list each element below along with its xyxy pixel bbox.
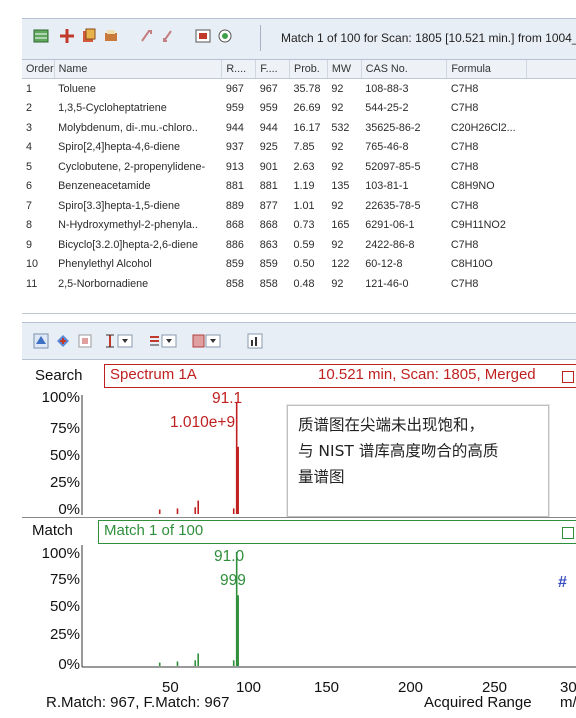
search-peak-mz: 91.1	[212, 390, 243, 407]
search-peak-abundance: 1.010e+9	[170, 414, 236, 431]
app-window: Match 1 of 100 for Scan: 1805 [10.521 mi…	[0, 0, 576, 718]
pane-divider	[22, 517, 576, 518]
match-peak-score: 999	[220, 572, 246, 589]
spectrum-plot-svg	[81, 395, 576, 668]
unit-text: m/	[560, 694, 576, 711]
match-peak-mz: 91.0	[214, 548, 245, 565]
acquired-range-text: Acquired Range	[424, 694, 532, 711]
hash-marker: #	[558, 574, 567, 591]
annotation-line-3: 量谱图	[298, 468, 345, 486]
match-pane-title: Match 1 of 100	[104, 522, 204, 539]
match-y-tick: 0%	[58, 656, 80, 673]
x-tick-label: 200	[398, 679, 424, 696]
annotation-line-1: 质谱图在尖端未出现饱和，	[298, 416, 485, 434]
annotation-callout: 质谱图在尖端未出现饱和， 与 NIST 谱库高度吻合的高质 量谱图	[287, 405, 549, 517]
match-spectrum-peaks	[158, 552, 239, 666]
match-score-text: R.Match: 967, F.Match: 967	[46, 694, 230, 711]
match-y-tick: 100%	[41, 545, 80, 562]
x-tick-label: 150	[314, 679, 340, 696]
annotation-line-2: 与 NIST 谱库高度吻合的高质	[298, 442, 499, 460]
x-tick-label: 100	[236, 679, 262, 696]
match-pane-label: Match	[32, 522, 73, 539]
match-y-tick: 50%	[49, 598, 80, 615]
match-y-tick: 75%	[49, 571, 80, 588]
match-maximize-button[interactable]	[562, 527, 574, 539]
match-y-tick: 25%	[49, 626, 80, 643]
